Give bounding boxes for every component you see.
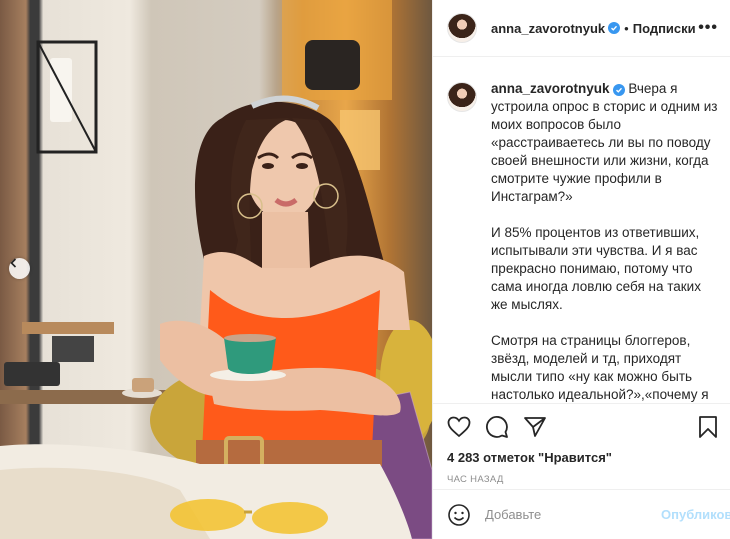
caption-paragraph-1: Вчера я устроила опрос в сторис и одним … (491, 81, 722, 204)
post-header: anna_zavorotnyuk • Подписки ••• (433, 0, 730, 57)
post-photo[interactable] (0, 0, 432, 539)
likes-count[interactable]: 4 283 отметок "Нравится" (447, 450, 718, 465)
header-username[interactable]: anna_zavorotnyuk (491, 21, 605, 36)
verified-icon (612, 84, 625, 96)
follow-button[interactable]: Подписки (633, 21, 696, 36)
comment-bar: Опубликовать (433, 489, 730, 539)
action-icons (447, 414, 718, 440)
carousel-prev-button[interactable] (9, 258, 30, 279)
photo-illustration (0, 0, 432, 539)
publish-button[interactable]: Опубликовать (661, 507, 730, 522)
comment-icon[interactable] (485, 415, 509, 439)
share-icon[interactable] (523, 416, 547, 438)
caption-username[interactable]: anna_zavorotnyuk (491, 81, 610, 96)
caption-paragraph-2: И 85% процентов из ответивших, испытывал… (491, 225, 705, 312)
verified-icon (608, 22, 621, 34)
chevron-left-icon (10, 258, 17, 268)
header-separator: • (624, 20, 629, 36)
caption: anna_zavorotnyuk Вчера я устроила опрос … (447, 80, 720, 403)
comment-input[interactable] (485, 507, 661, 522)
bookmark-icon[interactable] (698, 415, 718, 439)
emoji-icon[interactable] (447, 503, 471, 527)
heart-icon[interactable] (447, 416, 471, 438)
post-timestamp[interactable]: ЧАС НАЗАД (447, 474, 718, 485)
caption-paragraph: anna_zavorotnyuk Вчера я устроила опрос … (491, 80, 720, 206)
more-options-button[interactable]: ••• (698, 19, 718, 37)
caption-area[interactable]: anna_zavorotnyuk Вчера я устроила опрос … (433, 58, 730, 403)
caption-text: anna_zavorotnyuk Вчера я устроила опрос … (491, 80, 720, 403)
post-side-panel: anna_zavorotnyuk • Подписки ••• anna_zav… (432, 0, 730, 539)
caption-avatar[interactable] (447, 82, 477, 112)
avatar[interactable] (447, 13, 477, 43)
post-actions: 4 283 отметок "Нравится" ЧАС НАЗАД (433, 403, 730, 485)
caption-paragraph-3: Смотря на страницы блоггеров, звёзд, мод… (491, 333, 709, 402)
